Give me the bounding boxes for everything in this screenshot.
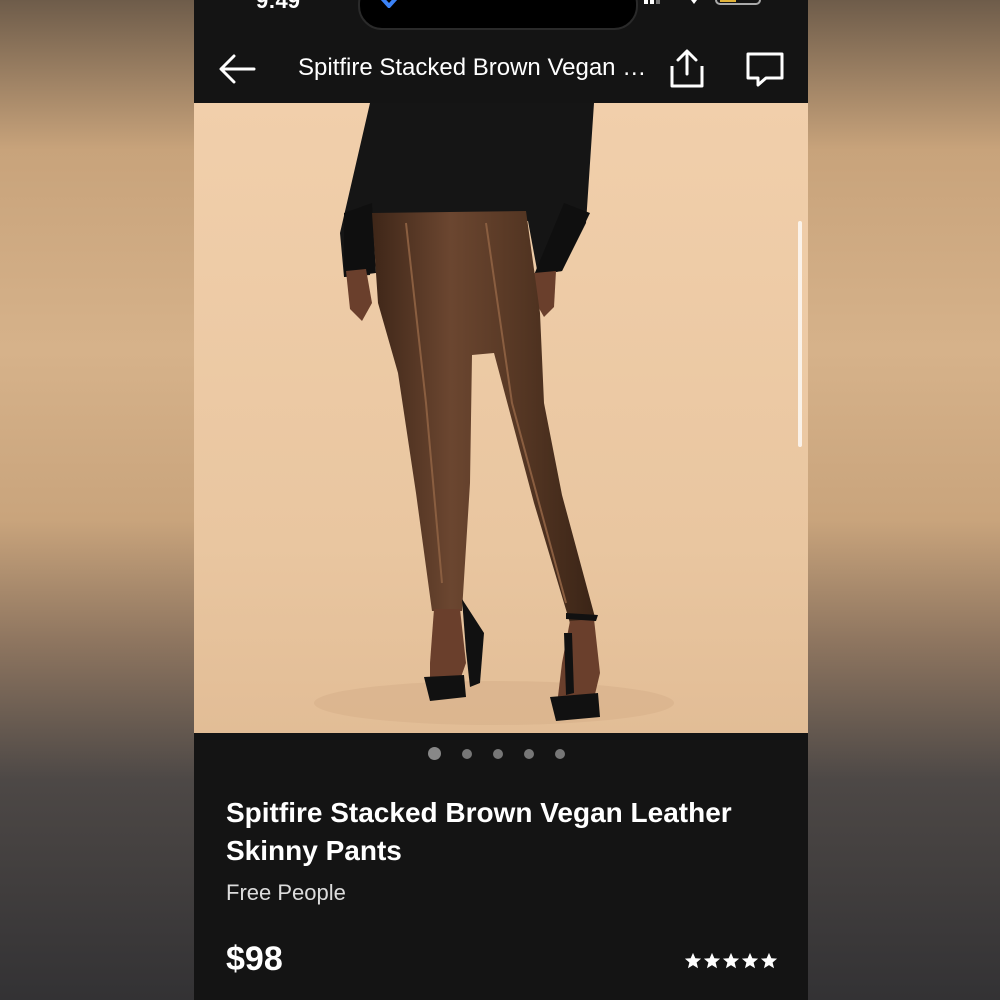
- nav-title: Spitfire Stacked Brown Vegan Leather Ski…: [298, 54, 648, 81]
- price: $98: [226, 940, 283, 978]
- brand-link[interactable]: Free People: [226, 880, 346, 906]
- carousel-dot-4[interactable]: [523, 749, 534, 759]
- blurred-background-right: [808, 0, 1000, 1000]
- product-name: Spitfire Stacked Brown Vegan Leather Ski…: [226, 797, 732, 866]
- activity-icon: [380, 0, 398, 8]
- status-bar: 9:49: [194, 0, 808, 30]
- star-icon: [684, 952, 702, 969]
- star-icon: [741, 952, 759, 969]
- carousel-dot-5[interactable]: [554, 749, 565, 759]
- navigation-bar: Spitfire Stacked Brown Vegan Leather Ski…: [194, 30, 808, 103]
- star-icon: [722, 952, 740, 969]
- carousel-dots: [194, 746, 808, 762]
- image-scroll-indicator: [798, 221, 802, 447]
- blurred-background-left: [0, 0, 194, 1000]
- carousel-dot-2[interactable]: [461, 749, 472, 759]
- product-image[interactable]: [194, 103, 808, 733]
- chat-bubble-icon[interactable]: [744, 48, 786, 90]
- rating-stars[interactable]: [684, 952, 778, 972]
- status-time: 9:49: [256, 0, 301, 13]
- arrow-left-icon[interactable]: [216, 48, 258, 90]
- carousel-dot-3[interactable]: [492, 749, 503, 759]
- product-photo: [194, 103, 808, 733]
- status-indicators-icon: [644, 0, 761, 5]
- star-icon: [760, 952, 778, 969]
- phone-screen: 9:49 Spitfire Stacked Brown Vegan Leathe…: [194, 0, 808, 1000]
- share-icon[interactable]: [666, 48, 708, 90]
- star-icon: [703, 952, 721, 969]
- dynamic-island: [358, 0, 638, 30]
- carousel-dot-1[interactable]: [427, 747, 441, 760]
